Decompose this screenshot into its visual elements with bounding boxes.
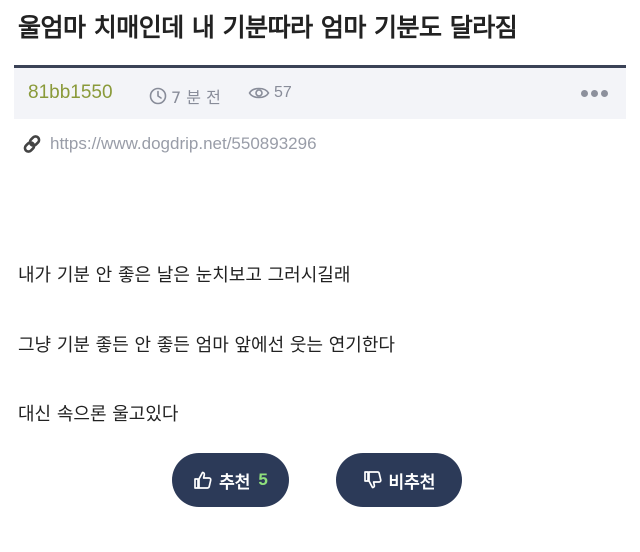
post-time-text: 7 분 전 — [171, 88, 221, 107]
post-link[interactable]: https://www.dogdrip.net/550893296 — [50, 134, 317, 154]
thumbs-up-icon — [194, 471, 212, 489]
thumbs-down-icon — [363, 471, 382, 489]
downvote-button[interactable]: 비추천 — [336, 453, 462, 507]
upvote-button[interactable]: 추천 5 — [172, 453, 289, 507]
post-title: 울엄마 치매인데 내 기분따라 엄마 기분도 달라짐 — [18, 13, 518, 42]
downvote-label: 비추천 — [388, 472, 436, 493]
post-link-row: https://www.dogdrip.net/550893296 — [22, 134, 317, 154]
upvote-label: 추천 — [219, 472, 251, 493]
link-icon — [23, 135, 41, 153]
author-name[interactable]: 81bb1550 — [28, 82, 113, 104]
post-paragraph-3: 대신 속으론 울고있다 — [18, 404, 179, 425]
more-icon[interactable] — [581, 90, 608, 97]
post-time: 7 분 전 — [149, 84, 221, 108]
more-dot — [591, 90, 598, 97]
more-dot — [601, 90, 608, 97]
post-views: 57 — [248, 84, 292, 102]
eye-icon — [248, 87, 270, 99]
post-paragraph-1: 내가 기분 안 좋은 날은 눈치보고 그러시길래 — [18, 265, 351, 286]
post-paragraph-2: 그냥 기분 좋든 안 좋든 엄마 앞에선 웃는 연기한다 — [18, 335, 395, 356]
more-dot — [581, 90, 588, 97]
clock-icon — [149, 87, 167, 105]
post-views-count: 57 — [274, 84, 292, 101]
upvote-count: 5 — [258, 470, 268, 489]
post-meta-bar: 81bb1550 7 분 전 57 — [14, 65, 626, 119]
